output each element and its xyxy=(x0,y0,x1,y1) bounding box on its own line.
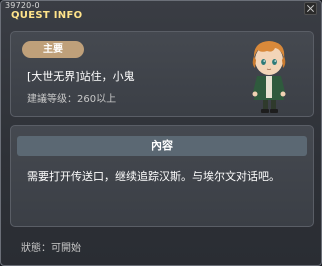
content-header: 內容 xyxy=(17,136,307,156)
close-icon[interactable] xyxy=(304,2,317,15)
quest-content-panel: 內容 需要打开传送口，继续追踪汉斯。与埃尔文对话吧。 xyxy=(10,125,314,227)
title-bar[interactable]: 39720-0 QUEST INFO xyxy=(1,1,321,25)
window-title: QUEST INFO xyxy=(11,10,83,21)
quest-status: 狀態：可開始 xyxy=(21,243,81,254)
quest-info-window: 39720-0 QUEST INFO 主要 [大世无界]站住，小鬼 建議等级：2… xyxy=(0,0,322,266)
quest-description: 需要打开传送口，继续追踪汉斯。与埃尔文对话吧。 xyxy=(27,170,280,183)
npc-portrait xyxy=(252,41,286,113)
quest-name: [大世无界]站住，小鬼 xyxy=(27,70,135,83)
quest-type-badge: 主要 xyxy=(22,41,84,58)
quest-id: 39720-0 xyxy=(5,1,40,10)
quest-summary-panel: 主要 [大世无界]站住，小鬼 建議等级：260以上 xyxy=(10,31,314,117)
required-level: 建議等级：260以上 xyxy=(27,94,117,105)
